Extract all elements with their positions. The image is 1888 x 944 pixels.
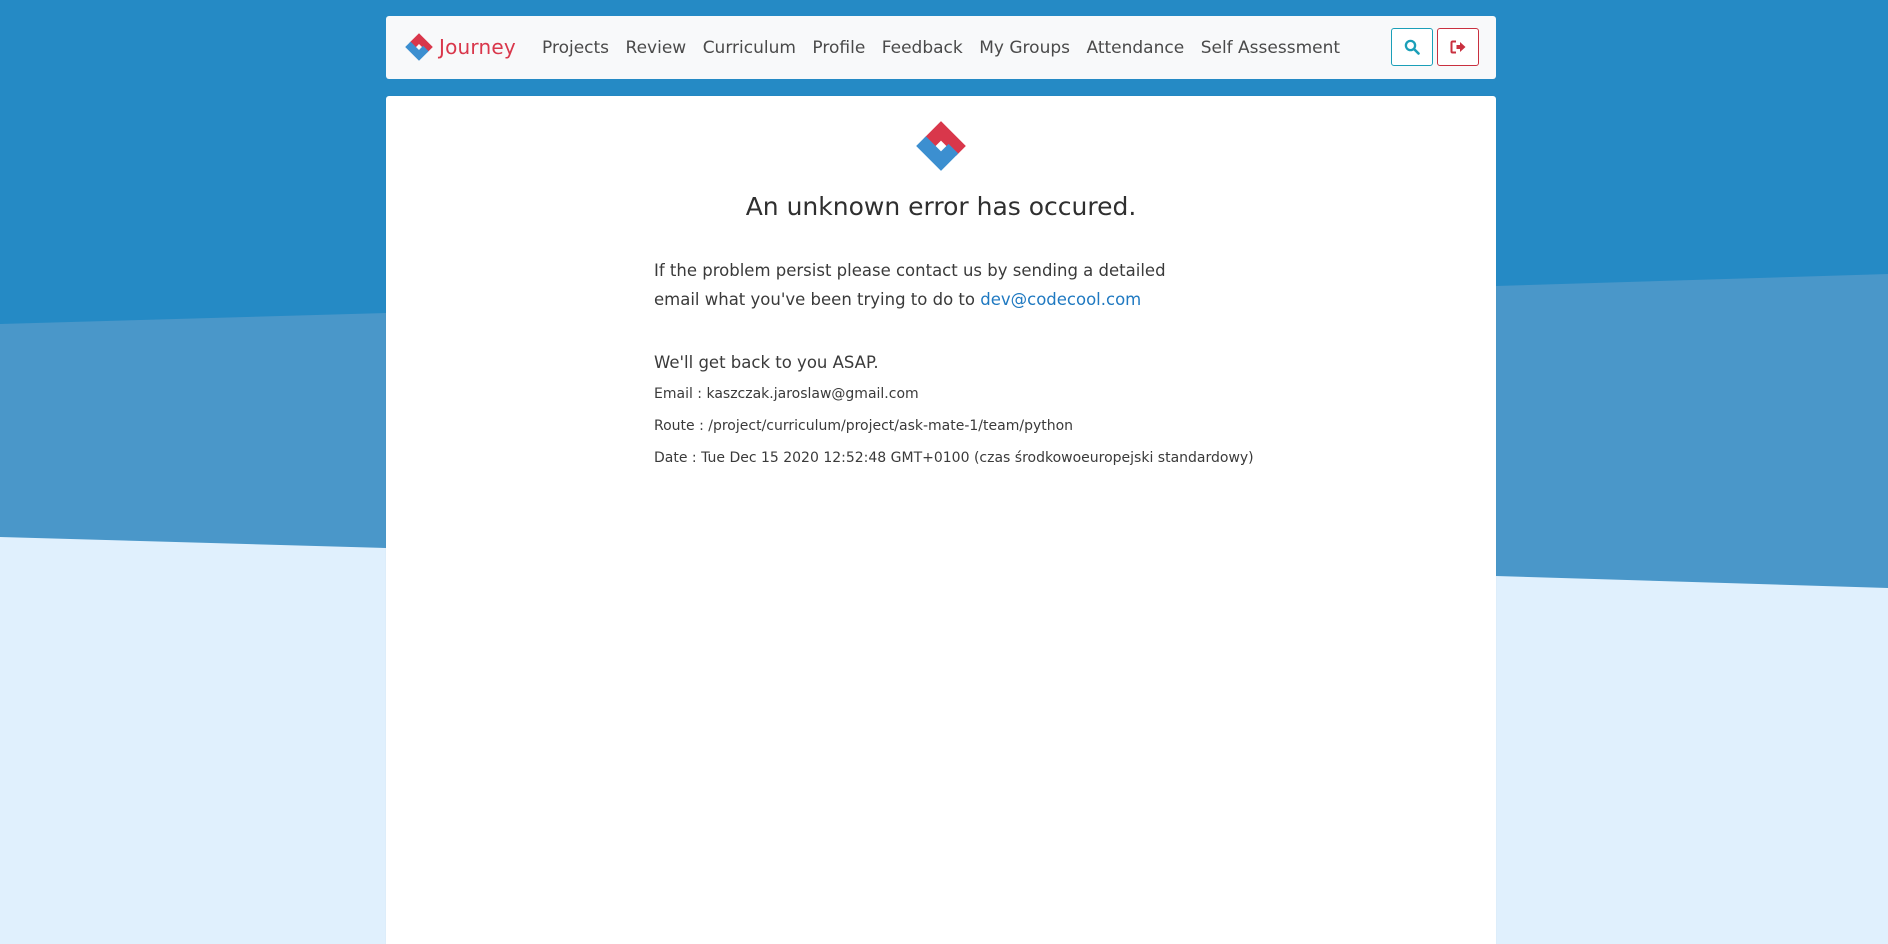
error-email-detail: Email : kaszczak.jaroslaw@gmail.com bbox=[654, 386, 919, 402]
nav-feedback[interactable]: Feedback bbox=[882, 38, 963, 58]
journey-logo-icon bbox=[916, 121, 966, 171]
nav-attendance[interactable]: Attendance bbox=[1087, 38, 1185, 58]
nav-profile[interactable]: Profile bbox=[812, 38, 865, 58]
contact-email-link[interactable]: dev@codecool.com bbox=[980, 290, 1141, 309]
search-button[interactable] bbox=[1391, 28, 1433, 66]
error-message: If the problem persist please contact us… bbox=[654, 256, 1174, 314]
nav-my-groups[interactable]: My Groups bbox=[979, 38, 1070, 58]
top-navbar: Journey Projects Review Curriculum Profi… bbox=[386, 16, 1496, 79]
error-date-detail: Date : Tue Dec 15 2020 12:52:48 GMT+0100… bbox=[654, 450, 1254, 466]
asap-note: We'll get back to you ASAP. bbox=[654, 353, 879, 372]
logout-button[interactable] bbox=[1437, 28, 1479, 66]
error-title: An unknown error has occured. bbox=[745, 192, 1137, 221]
nav-review[interactable]: Review bbox=[626, 38, 687, 58]
error-card: An unknown error has occured. If the pro… bbox=[386, 96, 1496, 944]
journey-logo-icon bbox=[405, 33, 433, 61]
nav-self-assessment[interactable]: Self Assessment bbox=[1201, 38, 1340, 58]
search-icon bbox=[1404, 39, 1420, 55]
brand-link[interactable]: Journey bbox=[404, 30, 516, 64]
sign-out-icon bbox=[1450, 40, 1465, 54]
brand-name: Journey bbox=[439, 35, 516, 59]
nav-curriculum[interactable]: Curriculum bbox=[703, 38, 796, 58]
error-route-detail: Route : /project/curriculum/project/ask-… bbox=[654, 418, 1074, 434]
nav-projects[interactable]: Projects bbox=[542, 38, 609, 58]
nav-links: Projects Review Curriculum Profile Feedb… bbox=[542, 16, 1340, 79]
